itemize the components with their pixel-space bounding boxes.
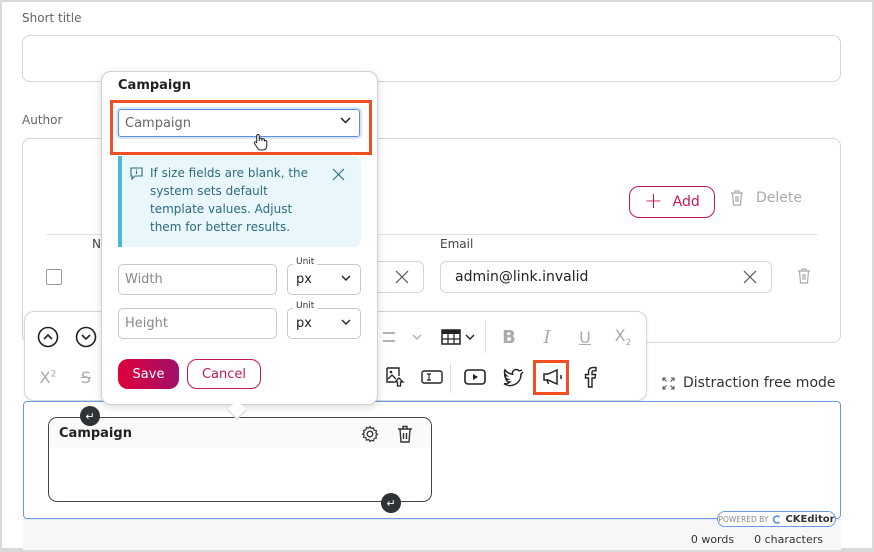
size-notice: If size fields are blank, the system set…: [118, 156, 361, 247]
width-placeholder: Width: [125, 272, 163, 287]
plus-icon: +: [644, 189, 663, 214]
campaign-select-highlight: [110, 100, 372, 155]
list-options-dropdown[interactable]: [407, 323, 427, 351]
facebook-icon: [584, 366, 597, 388]
height-unit-value: px: [296, 316, 312, 331]
image-upload-icon: [386, 367, 405, 387]
trash-icon[interactable]: [397, 425, 413, 443]
height-unit-select[interactable]: Unit px: [287, 301, 361, 339]
subscript-button[interactable]: X2: [609, 323, 637, 351]
email-value: admin@link.invalid: [455, 269, 589, 285]
image-upload-button[interactable]: [381, 363, 409, 391]
email-input[interactable]: admin@link.invalid: [440, 261, 772, 293]
move-down-button[interactable]: [72, 323, 100, 351]
facebook-button[interactable]: [576, 363, 604, 391]
twitter-icon: [503, 368, 524, 387]
bold-button[interactable]: B: [495, 323, 523, 351]
youtube-button[interactable]: [461, 363, 489, 391]
distraction-free-label: Distraction free mode: [683, 375, 836, 391]
word-count: 0 words 0 characters: [691, 533, 823, 546]
add-author-button[interactable]: + Add: [629, 186, 715, 218]
campaign-widget-title: Campaign: [59, 425, 132, 441]
row-checkbox[interactable]: [46, 269, 62, 285]
save-button[interactable]: Save: [118, 359, 179, 389]
bold-icon: B: [502, 326, 516, 348]
page: Short title Author + Add Delete N Email …: [0, 0, 874, 552]
expand-icon: [662, 376, 675, 390]
table-options-dropdown[interactable]: [461, 323, 479, 351]
email-column-label: Email: [440, 237, 474, 251]
chevron-down-icon: [412, 334, 422, 340]
width-input[interactable]: Width: [118, 264, 277, 295]
toolbar-separator: [485, 321, 486, 353]
chevron-down-icon: [341, 275, 351, 281]
clear-name-icon[interactable]: [395, 270, 409, 284]
width-unit-value: px: [296, 272, 312, 287]
author-label: Author: [22, 113, 63, 127]
height-placeholder: Height: [125, 316, 168, 331]
width-unit-label: Unit: [293, 257, 318, 267]
ckeditor-logo-icon: [773, 514, 781, 524]
chevron-down-circle-icon: [75, 326, 97, 348]
table-icon: [441, 329, 461, 345]
twitter-button[interactable]: [499, 363, 527, 391]
hand-cursor-icon: [253, 133, 268, 151]
superscript-button[interactable]: X2: [34, 363, 62, 391]
chevron-down-icon: [465, 334, 475, 340]
italic-button[interactable]: I: [533, 323, 561, 351]
delete-row-icon[interactable]: [797, 268, 811, 284]
insert-paragraph-after-icon[interactable]: ↵: [381, 493, 401, 513]
delete-author-button[interactable]: Delete: [730, 190, 802, 206]
cancel-button[interactable]: Cancel: [187, 359, 261, 389]
characters-count: 0 characters: [754, 533, 823, 546]
height-unit-label: Unit: [293, 301, 318, 311]
words-count: 0 words: [690, 533, 735, 546]
info-comment-icon: [130, 167, 143, 180]
campaign-widget[interactable]: Campaign: [48, 417, 432, 502]
chevron-up-circle-icon: [37, 326, 59, 348]
subscript-icon: X2: [614, 325, 632, 349]
short-title-label: Short title: [22, 11, 82, 25]
strikethrough-button[interactable]: S: [72, 363, 100, 391]
height-input[interactable]: Height: [118, 308, 277, 339]
campaign-button-highlight: [533, 360, 569, 395]
toolbar-separator: [450, 363, 451, 393]
superscript-icon: X2: [39, 367, 57, 387]
trash-icon: [731, 190, 743, 206]
italic-icon: I: [543, 326, 551, 348]
insert-paragraph-before-icon[interactable]: ↵: [80, 406, 100, 426]
notice-text: If size fields are blank, the system set…: [150, 166, 309, 234]
text-field-icon: [421, 370, 443, 384]
move-up-button[interactable]: [34, 323, 62, 351]
delete-label: Delete: [756, 190, 802, 206]
add-label: Add: [672, 194, 700, 210]
numbered-list-icon: [383, 332, 395, 342]
underline-icon: U: [579, 327, 591, 347]
ckeditor-brand: CKEditor: [785, 513, 835, 525]
youtube-icon: [464, 369, 486, 385]
strikethrough-icon: S: [80, 367, 92, 387]
popup-title: Campaign: [118, 78, 191, 93]
text-field-button[interactable]: [418, 363, 446, 391]
powered-by-ckeditor-badge[interactable]: POWERED BY CKEditor: [717, 511, 836, 527]
name-column-label: N: [92, 237, 101, 251]
gear-icon[interactable]: [361, 425, 379, 443]
underline-button[interactable]: U: [571, 323, 599, 351]
width-unit-select[interactable]: Unit px: [287, 257, 361, 295]
chevron-down-icon: [341, 319, 351, 325]
powered-by-label: POWERED BY: [718, 514, 769, 524]
clear-email-icon[interactable]: [743, 270, 757, 284]
distraction-free-mode-button[interactable]: Distraction free mode: [662, 375, 836, 391]
close-notice-icon[interactable]: [332, 168, 345, 181]
